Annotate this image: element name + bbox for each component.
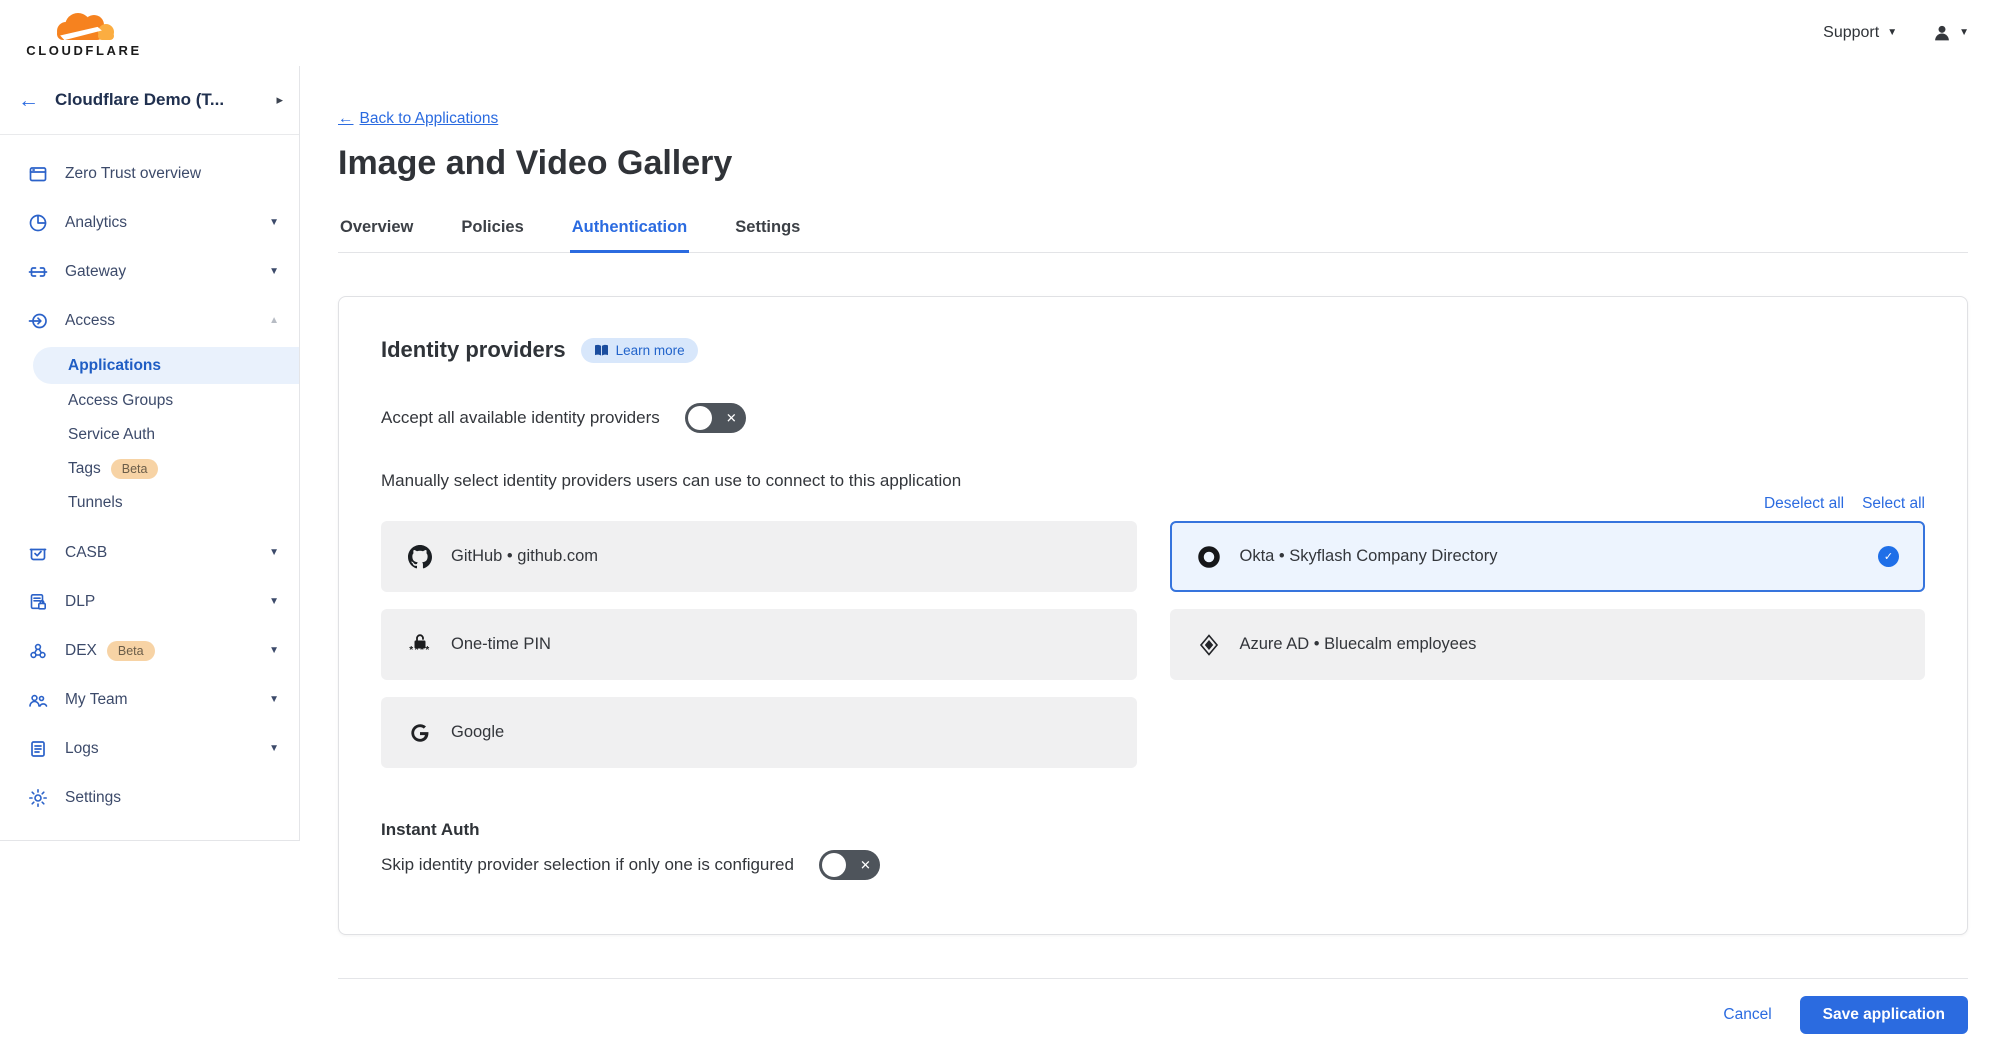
toggle-off-icon: ✕ [860,859,871,872]
tab-settings[interactable]: Settings [733,210,802,253]
sidebar-item-casb[interactable]: CASB ▼ [0,528,299,577]
chevron-down-icon: ▼ [269,596,279,607]
user-menu-button[interactable]: ▼ [1931,22,1969,44]
accept-all-label: Accept all available identity providers [381,408,660,428]
chevron-down-icon: ▼ [269,743,279,754]
skip-selection-label: Skip identity provider selection if only… [381,855,794,875]
deselect-all-link[interactable]: Deselect all [1764,495,1844,513]
tab-bar: Overview Policies Authentication Setting… [338,210,1968,253]
azure-ad-icon [1196,633,1222,657]
pie-chart-icon [27,213,49,233]
sidebar-item-settings[interactable]: Settings [0,773,299,822]
github-icon [407,545,433,569]
provider-tile-one-time-pin[interactable]: **** One-time PIN [381,609,1137,680]
sidebar-item-tunnels[interactable]: Tunnels [0,486,299,520]
sidebar-item-zero-trust-overview[interactable]: Zero Trust overview [0,149,299,198]
cloudflare-logo: CLOUDFLARE [14,8,154,58]
chevron-down-icon: ▼ [269,694,279,705]
network-cluster-icon [27,641,49,661]
casb-icon [27,543,49,563]
beta-badge: Beta [111,459,159,479]
beta-badge: Beta [107,641,155,661]
sidebar-item-access-groups[interactable]: Access Groups [0,384,299,418]
top-bar: CLOUDFLARE Support ▼ ▼ [0,0,1999,66]
window-icon [27,164,49,184]
chevron-down-icon: ▼ [269,217,279,228]
user-icon [1931,22,1953,44]
sidebar-item-access[interactable]: Access ▲ [0,296,299,345]
main-content: ← Back to Applications Image and Video G… [300,66,1999,1034]
identity-providers-card: Identity providers Learn more Accept all… [338,296,1968,935]
chevron-right-icon: ▸ [276,92,283,108]
cancel-button[interactable]: Cancel [1723,1006,1771,1024]
tab-authentication[interactable]: Authentication [570,210,690,253]
one-time-pin-icon: **** [407,634,433,656]
provider-grid: GitHub • github.com Okta • Skyflash Comp… [381,521,1925,768]
save-application-button[interactable]: Save application [1800,996,1968,1034]
support-menu-button[interactable]: Support ▼ [1823,24,1897,42]
chevron-up-icon: ▲ [269,315,279,326]
selected-check-icon: ✓ [1878,546,1899,567]
book-icon [594,344,609,357]
accept-all-toggle[interactable]: ✕ [685,403,746,433]
tab-policies[interactable]: Policies [459,210,525,253]
sidebar-item-applications[interactable]: Applications [33,347,299,384]
sidebar-item-dex[interactable]: DEX Beta ▼ [0,626,299,675]
sidebar-item-my-team[interactable]: My Team ▼ [0,675,299,724]
sidebar-item-logs[interactable]: Logs ▼ [0,724,299,773]
instant-auth-toggle[interactable]: ✕ [819,850,880,880]
access-icon [27,311,49,331]
page-title: Image and Video Gallery [338,144,1968,183]
provider-tile-azure-ad[interactable]: Azure AD • Bluecalm employees [1170,609,1926,680]
sidebar-nav: Zero Trust overview Analytics ▼ [0,135,299,822]
chevron-down-icon: ▼ [1959,28,1969,38]
card-title: Identity providers [381,337,566,363]
select-all-link[interactable]: Select all [1862,495,1925,513]
gateway-icon [27,262,49,282]
toggle-off-icon: ✕ [726,412,737,425]
support-label: Support [1823,24,1879,42]
account-switcher[interactable]: ← Cloudflare Demo (T... ▸ [0,66,299,135]
sidebar-item-service-auth[interactable]: Service Auth [0,418,299,452]
toggle-knob [688,406,712,430]
provider-tile-github[interactable]: GitHub • github.com [381,521,1137,592]
document-lock-icon [27,592,49,612]
okta-icon [1196,545,1222,569]
learn-more-badge[interactable]: Learn more [581,338,698,363]
chevron-down-icon: ▼ [269,547,279,558]
chevron-down-icon: ▼ [1887,28,1897,38]
cloudflare-cloud-icon [38,8,130,46]
people-icon [27,690,49,710]
google-icon [407,722,433,744]
gear-icon [27,788,49,808]
back-arrow-icon: ← [338,110,354,128]
cloudflare-wordmark: CLOUDFLARE [26,43,142,58]
access-subnav: Applications Access Groups Service Auth … [0,345,299,528]
provider-tile-google[interactable]: Google [381,697,1137,768]
back-arrow-icon[interactable]: ← [18,90,39,111]
sidebar-item-dlp[interactable]: DLP ▼ [0,577,299,626]
tab-overview[interactable]: Overview [338,210,415,253]
footer-divider [338,978,1968,979]
chevron-down-icon: ▼ [269,645,279,656]
provider-tile-okta[interactable]: Okta • Skyflash Company Directory ✓ [1170,521,1926,592]
instant-auth-heading: Instant Auth [381,820,1925,840]
chevron-down-icon: ▼ [269,266,279,277]
sidebar: ← Cloudflare Demo (T... ▸ Zero Trust ove… [0,66,300,841]
account-name: Cloudflare Demo (T... [55,90,276,110]
footer-actions: Cancel Save application [338,996,1968,1034]
sidebar-item-analytics[interactable]: Analytics ▼ [0,198,299,247]
back-to-applications-link[interactable]: ← Back to Applications [338,110,498,128]
document-lines-icon [27,739,49,759]
manual-select-hint: Manually select identity providers users… [381,471,1925,491]
toggle-knob [822,853,846,877]
sidebar-item-tags[interactable]: Tags Beta [0,452,299,486]
sidebar-item-gateway[interactable]: Gateway ▼ [0,247,299,296]
